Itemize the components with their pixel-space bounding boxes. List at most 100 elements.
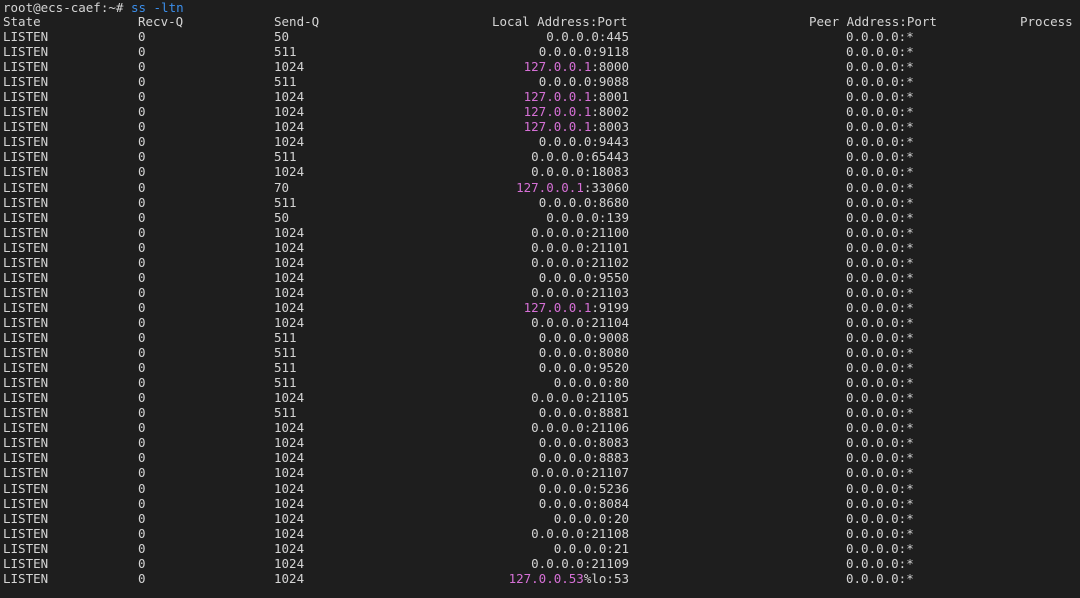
state-cell: LISTEN bbox=[3, 525, 49, 541]
local-port: %lo:53 bbox=[583, 570, 629, 586]
recv-q-cell: 0 bbox=[138, 254, 146, 270]
table-row: LISTEN 0 1024 0.0.0.0:9443 0.0.0.0:* bbox=[0, 134, 1080, 149]
state-cell: LISTEN bbox=[3, 119, 49, 135]
recv-q-cell: 0 bbox=[138, 149, 146, 165]
table-row: LISTEN 0 511 0.0.0.0:8080 0.0.0.0:* bbox=[0, 345, 1080, 360]
local-port: 0.0.0.0:139 bbox=[546, 209, 629, 225]
local-address-cell: 0.0.0.0:5236 bbox=[539, 481, 629, 496]
header-state: State bbox=[3, 14, 41, 29]
local-address-cell: 0.0.0.0:8883 bbox=[539, 450, 629, 465]
local-port: 0.0.0.0:21100 bbox=[531, 224, 629, 240]
table-row: LISTEN 0 1024 127.0.0.1:8000 0.0.0.0:* bbox=[0, 59, 1080, 74]
local-address-cell: 0.0.0.0:8680 bbox=[539, 195, 629, 210]
peer-address-cell: 0.0.0.0:* bbox=[846, 435, 914, 451]
local-address-cell: 127.0.0.1:8001 bbox=[524, 89, 629, 104]
local-port: 0.0.0.0:21109 bbox=[531, 555, 629, 571]
peer-address-cell: 0.0.0.0:* bbox=[846, 555, 914, 571]
state-cell: LISTEN bbox=[3, 134, 49, 150]
local-port: 0.0.0.0:80 bbox=[553, 375, 629, 391]
local-port: 0.0.0.0:18083 bbox=[531, 164, 629, 180]
local-address-cell: 0.0.0.0:21107 bbox=[531, 465, 629, 480]
recv-q-cell: 0 bbox=[138, 495, 146, 511]
peer-address-cell: 0.0.0.0:* bbox=[846, 239, 914, 255]
peer-address-cell: 0.0.0.0:* bbox=[846, 254, 914, 270]
local-address-cell: 0.0.0.0:9550 bbox=[539, 270, 629, 285]
local-address-cell: 127.0.0.53%lo:53 bbox=[509, 571, 629, 586]
state-cell: LISTEN bbox=[3, 480, 49, 496]
send-q-cell: 1024 bbox=[274, 59, 305, 75]
state-cell: LISTEN bbox=[3, 164, 49, 180]
recv-q-cell: 0 bbox=[138, 119, 146, 135]
recv-q-cell: 0 bbox=[138, 525, 146, 541]
state-cell: LISTEN bbox=[3, 209, 49, 225]
local-address-cell: 127.0.0.1:8002 bbox=[524, 104, 629, 119]
local-address-cell: 0.0.0.0:21102 bbox=[531, 255, 629, 270]
state-cell: LISTEN bbox=[3, 44, 49, 60]
send-q-cell: 511 bbox=[274, 345, 297, 361]
state-cell: LISTEN bbox=[3, 510, 49, 526]
recv-q-cell: 0 bbox=[138, 390, 146, 406]
state-cell: LISTEN bbox=[3, 495, 49, 511]
recv-q-cell: 0 bbox=[138, 284, 146, 300]
send-q-cell: 511 bbox=[274, 330, 297, 345]
peer-address-cell: 0.0.0.0:* bbox=[846, 314, 914, 330]
table-row: LISTEN 0 1024 0.0.0.0:21105 0.0.0.0:* bbox=[0, 390, 1080, 405]
peer-address-cell: 0.0.0.0:* bbox=[846, 134, 914, 150]
local-port: 0.0.0.0:445 bbox=[546, 29, 629, 44]
local-address-cell: 0.0.0.0:8084 bbox=[539, 496, 629, 511]
peer-address-cell: 0.0.0.0:* bbox=[846, 450, 914, 466]
recv-q-cell: 0 bbox=[138, 314, 146, 330]
recv-q-cell: 0 bbox=[138, 555, 146, 571]
table-row: LISTEN 0 511 0.0.0.0:8881 0.0.0.0:* bbox=[0, 405, 1080, 420]
table-row: LISTEN 0 1024 0.0.0.0:20 0.0.0.0:* bbox=[0, 511, 1080, 526]
table-row: LISTEN 0 1024 0.0.0.0:8083 0.0.0.0:* bbox=[0, 435, 1080, 450]
state-cell: LISTEN bbox=[3, 450, 49, 466]
local-port: 0.0.0.0:65443 bbox=[531, 149, 629, 165]
local-port: 0.0.0.0:8083 bbox=[538, 435, 629, 451]
terminal-window[interactable]: root@ecs-caef:~# ss -ltn State Recv-Q Se… bbox=[0, 0, 1080, 598]
state-cell: LISTEN bbox=[3, 390, 49, 406]
prompt-text: root@ecs-caef:~# ss -ltn bbox=[3, 0, 184, 15]
state-cell: LISTEN bbox=[3, 555, 49, 571]
send-q-cell: 1024 bbox=[274, 435, 305, 451]
send-q-cell: 1024 bbox=[274, 104, 305, 120]
send-q-cell: 511 bbox=[274, 149, 297, 165]
local-port: 0.0.0.0:5236 bbox=[538, 480, 629, 496]
local-port: 0.0.0.0:9520 bbox=[538, 360, 629, 376]
local-address-cell: 0.0.0.0:21103 bbox=[531, 285, 629, 300]
state-cell: LISTEN bbox=[3, 104, 49, 120]
local-address-cell: 0.0.0.0:21105 bbox=[531, 390, 629, 405]
table-row: LISTEN 0 1024 0.0.0.0:21109 0.0.0.0:* bbox=[0, 556, 1080, 571]
peer-address-cell: 0.0.0.0:* bbox=[846, 299, 914, 315]
loopback-address: 127.0.0.1 bbox=[523, 59, 592, 75]
state-cell: LISTEN bbox=[3, 540, 49, 556]
table-row: LISTEN 0 1024 0.0.0.0:21108 0.0.0.0:* bbox=[0, 526, 1080, 541]
local-port: 0.0.0.0:21101 bbox=[531, 239, 629, 255]
local-address-cell: 0.0.0.0:8080 bbox=[539, 345, 629, 360]
local-port: 0.0.0.0:8680 bbox=[538, 194, 629, 210]
local-address-cell: 127.0.0.1:9199 bbox=[524, 300, 629, 315]
loopback-address: 127.0.0.53 bbox=[508, 570, 584, 586]
send-q-cell: 50 bbox=[274, 29, 290, 44]
recv-q-cell: 0 bbox=[138, 44, 146, 60]
table-row: LISTEN 0 1024 0.0.0.0:21100 0.0.0.0:* bbox=[0, 225, 1080, 240]
local-port: 0.0.0.0:21105 bbox=[531, 390, 629, 406]
table-row: LISTEN 0 511 0.0.0.0:9088 0.0.0.0:* bbox=[0, 74, 1080, 89]
peer-address-cell: 0.0.0.0:* bbox=[846, 179, 914, 195]
peer-address-cell: 0.0.0.0:* bbox=[846, 164, 914, 180]
peer-address-cell: 0.0.0.0:* bbox=[846, 465, 914, 481]
state-cell: LISTEN bbox=[3, 435, 49, 451]
local-address-cell: 0.0.0.0:9118 bbox=[539, 44, 629, 59]
local-address-cell: 0.0.0.0:21 bbox=[554, 541, 629, 556]
state-cell: LISTEN bbox=[3, 254, 49, 270]
state-cell: LISTEN bbox=[3, 194, 49, 210]
send-q-cell: 1024 bbox=[274, 555, 305, 571]
local-port: :8003 bbox=[591, 119, 629, 135]
state-cell: LISTEN bbox=[3, 330, 49, 345]
header-process: Process bbox=[1020, 14, 1073, 29]
peer-address-cell: 0.0.0.0:* bbox=[846, 149, 914, 165]
recv-q-cell: 0 bbox=[138, 299, 146, 315]
local-port: 0.0.0.0:21104 bbox=[531, 314, 629, 330]
loopback-address: 127.0.0.1 bbox=[523, 299, 592, 315]
local-address-cell: 127.0.0.1:8003 bbox=[524, 119, 629, 134]
